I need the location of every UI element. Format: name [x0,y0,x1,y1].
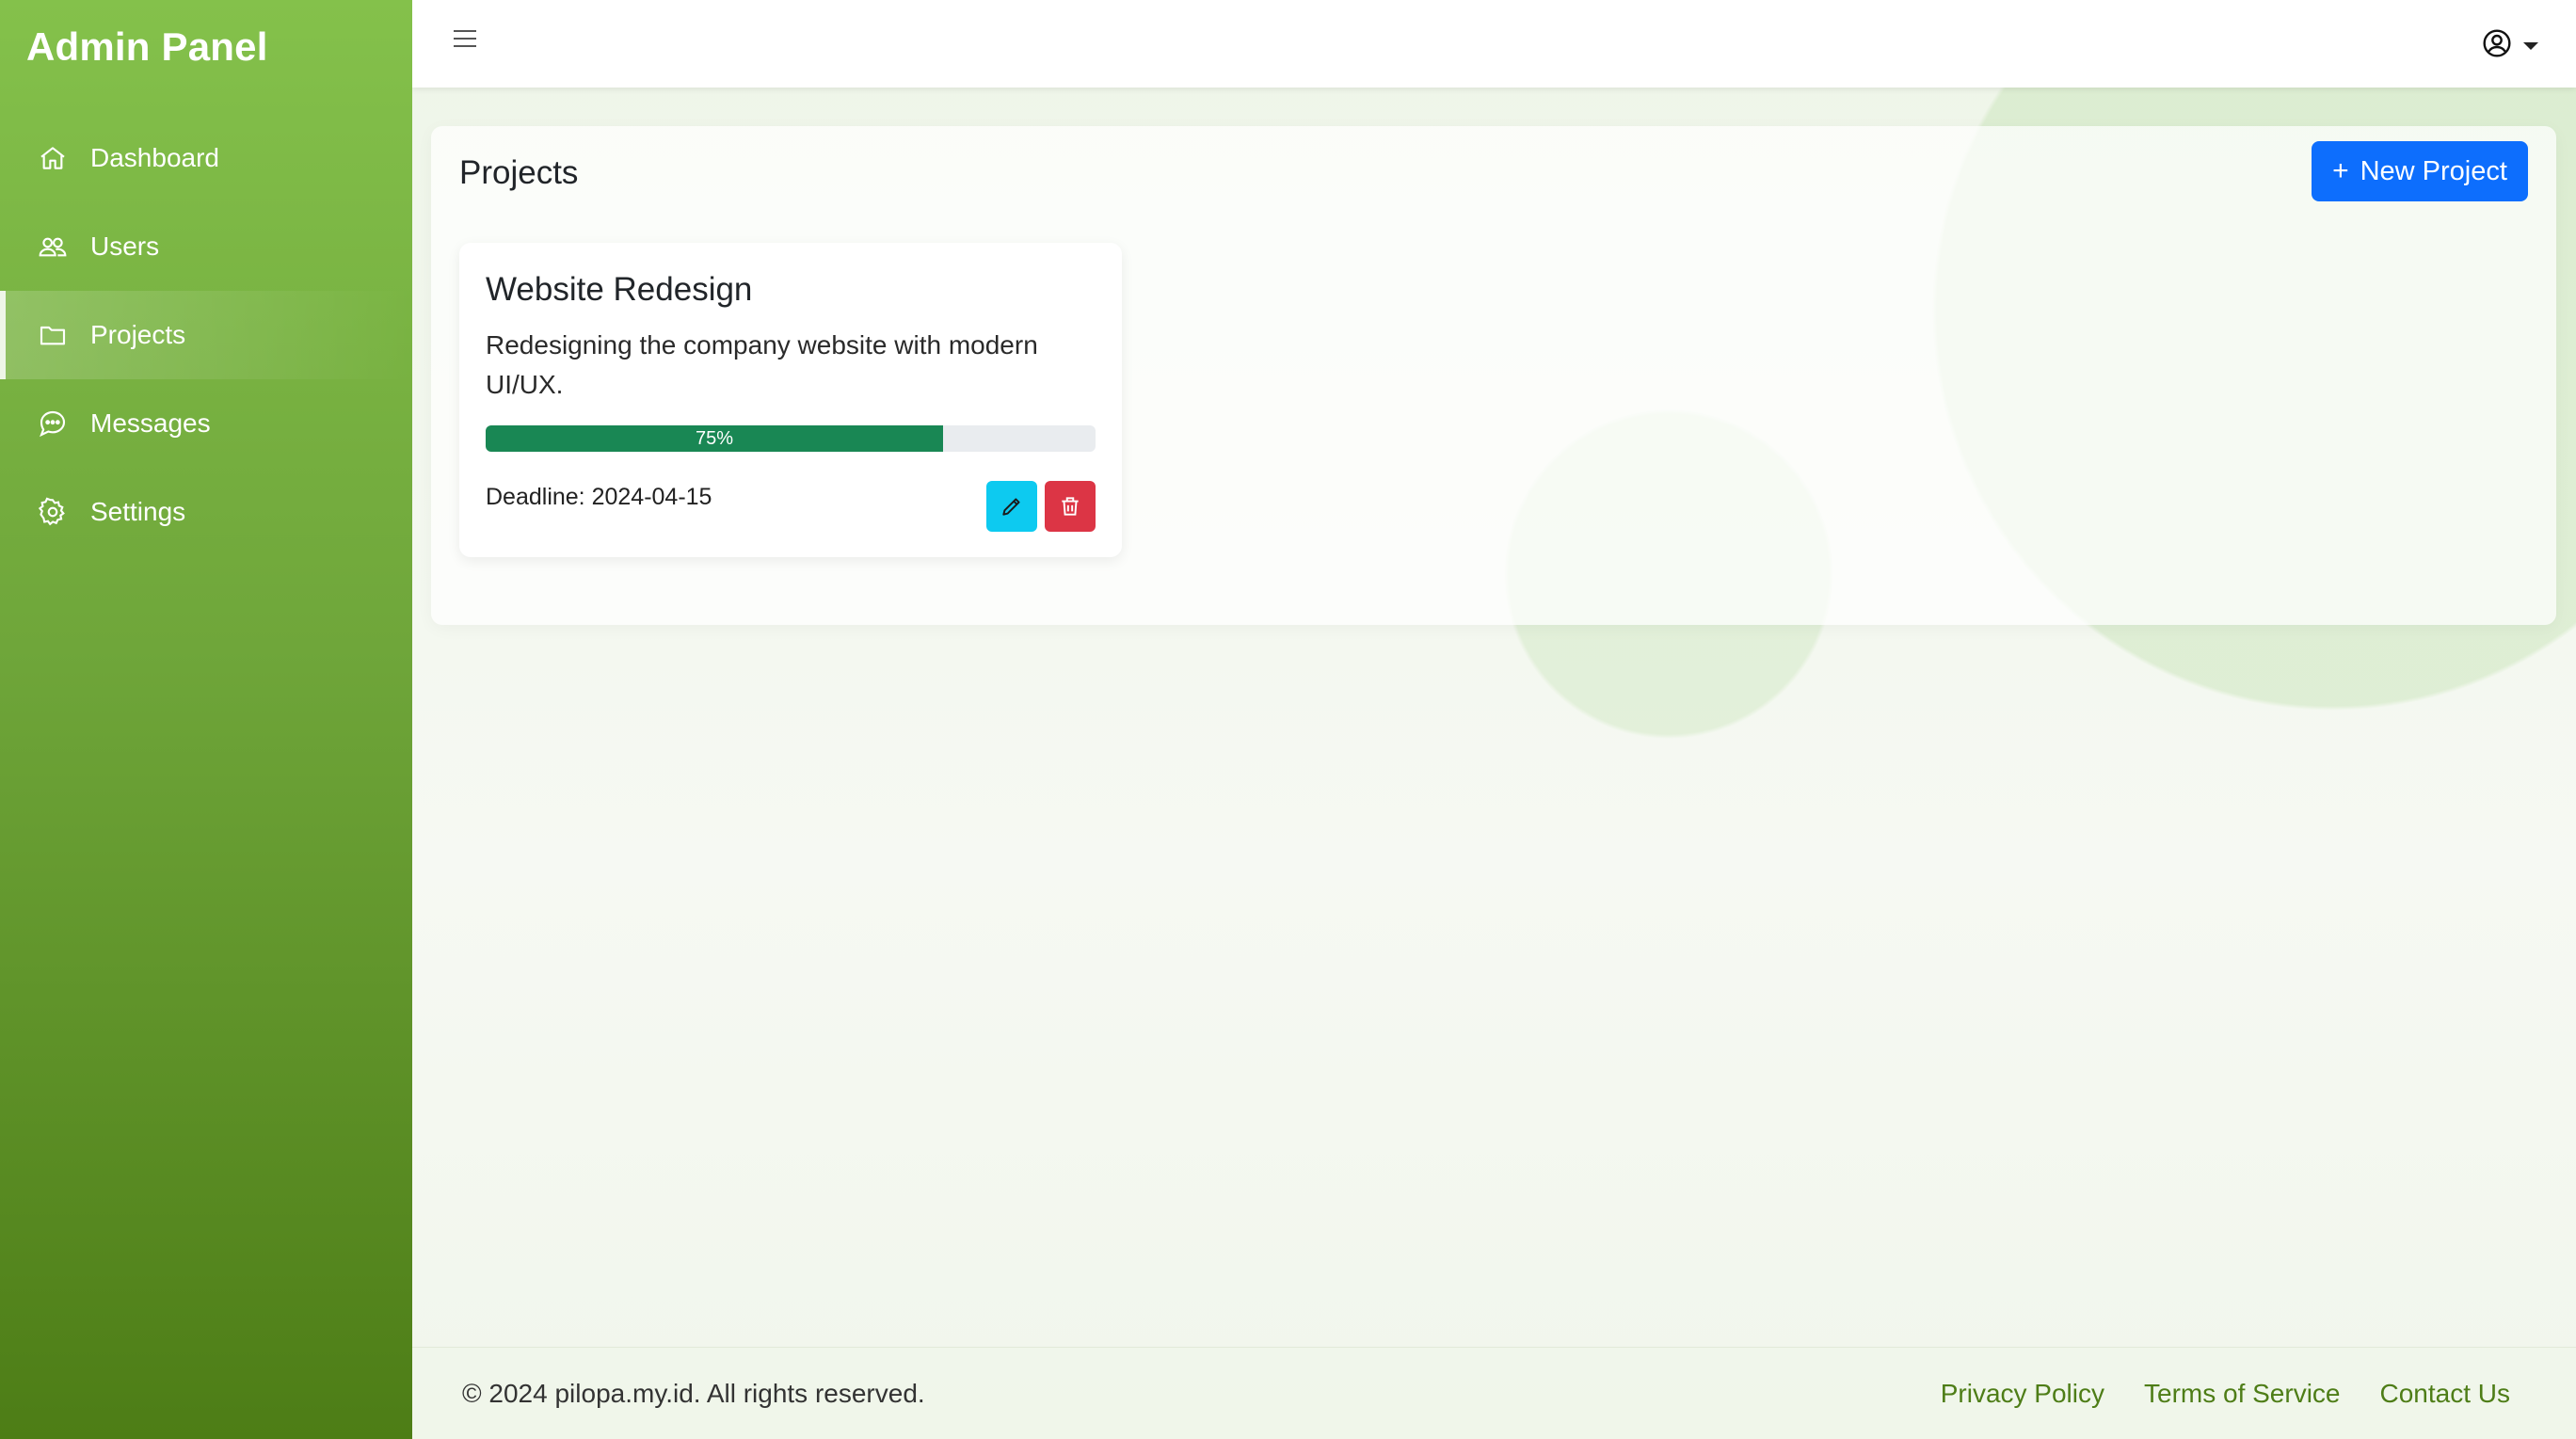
privacy-policy-link[interactable]: Privacy Policy [1941,1379,2104,1409]
gear-icon [38,497,68,527]
chat-icon [38,408,68,439]
terms-of-service-link[interactable]: Terms of Service [2144,1379,2341,1409]
progress-fill: 75% [486,425,943,452]
project-deadline: Deadline: 2024-04-15 [486,484,712,510]
copyright-text: © 2024 pilopa.my.id. All rights reserved… [462,1378,925,1408]
brand-title: Admin Panel [26,24,268,69]
topbar [412,0,2576,88]
sidebar-item-users[interactable]: Users [0,202,412,291]
trash-icon [1062,497,1079,516]
sidebar-item-label: Settings [90,497,186,526]
sidebar-nav: Dashboard Users Projects Messages Settin… [0,114,412,556]
delete-button[interactable] [1045,481,1096,532]
users-icon [38,232,68,262]
sidebar-item-projects[interactable]: Projects [0,291,412,379]
sidebar-item-label: Dashboard [90,143,219,172]
hamburger-icon[interactable] [454,30,476,55]
sidebar-item-settings[interactable]: Settings [0,468,412,556]
user-circle-icon [2482,28,2512,63]
folder-icon [38,320,68,350]
project-title: Website Redesign [486,271,753,308]
progress-label: 75% [695,427,734,449]
projects-panel: Projects + New Project Website Redesign … [431,126,2556,625]
main-area: Projects + New Project Website Redesign … [412,0,2576,1439]
project-description: Redesigning the company website with mod… [486,330,1038,399]
footer: © 2024 pilopa.my.id. All rights reserved… [412,1347,2576,1439]
project-card: Website Redesign Redesigning the company… [459,243,1122,557]
chevron-down-icon [2523,41,2538,50]
new-project-label: New Project [2360,155,2507,186]
sidebar-item-label: Projects [90,320,186,349]
pencil-icon [1002,498,1020,516]
home-icon [38,143,68,173]
sidebar-item-label: Users [90,232,160,261]
footer-links: Privacy Policy Terms of Service Contact … [1941,1379,2510,1409]
user-menu[interactable] [2482,28,2538,63]
page-title: Projects [459,154,579,191]
contact-us-link[interactable]: Contact Us [2380,1379,2511,1409]
sidebar: Admin Panel Dashboard Users Projects Mes… [0,0,412,1439]
sidebar-item-messages[interactable]: Messages [0,379,412,468]
edit-button[interactable] [986,481,1037,532]
progress-bar: 75% [486,425,1096,452]
plus-icon: + [2332,155,2349,186]
new-project-button[interactable]: + New Project [2312,141,2528,201]
sidebar-item-dashboard[interactable]: Dashboard [0,114,412,202]
sidebar-item-label: Messages [90,408,211,438]
